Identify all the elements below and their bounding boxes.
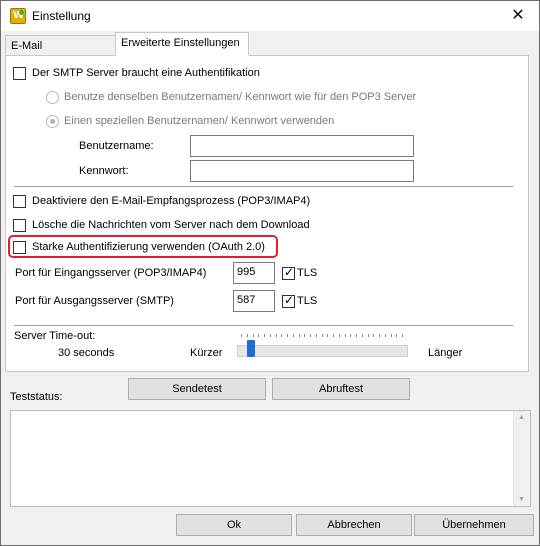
slider-ticks: [241, 334, 403, 338]
separator: [14, 186, 513, 187]
separator: [14, 325, 513, 326]
apply-button[interactable]: Übernehmen: [414, 514, 534, 536]
disable-receive-checkbox[interactable]: [13, 195, 26, 208]
password-field[interactable]: [190, 160, 414, 182]
outgoing-tls-checkbox[interactable]: [282, 293, 295, 308]
incoming-port-label: Port für Eingangsserver (POP3/IMAP4): [15, 267, 207, 279]
app-icon: W: [10, 8, 26, 24]
timeout-value: 30 seconds: [58, 347, 115, 359]
scroll-up-icon[interactable]: ▲: [518, 414, 525, 421]
username-field[interactable]: [190, 135, 414, 157]
slider-thumb[interactable]: [247, 340, 255, 357]
incoming-port-field[interactable]: 995: [233, 262, 275, 284]
send-test-button[interactable]: Sendetest: [128, 378, 266, 400]
tab-email-settings[interactable]: E-Mail Einstellungen: [5, 35, 116, 72]
outgoing-port-field[interactable]: 587: [233, 290, 275, 312]
test-status-label: Teststatus:: [10, 391, 63, 403]
outgoing-tls-label: TLS: [297, 295, 318, 307]
timeout-label: Server Time-out:: [14, 330, 96, 342]
window-title: Einstellung: [32, 9, 91, 23]
smtp-auth-label: Der SMTP Server braucht eine Authentifik…: [32, 67, 260, 79]
app-icon-dot: [19, 10, 24, 15]
scrollbar[interactable]: ▲ ▼: [513, 411, 530, 506]
delete-after-download-checkbox[interactable]: [13, 219, 26, 232]
cancel-button[interactable]: Abbrechen: [296, 514, 412, 536]
oauth-checkbox[interactable]: [13, 241, 26, 254]
close-icon[interactable]: ✕: [503, 3, 533, 29]
outgoing-port-label: Port für Ausgangsserver (SMTP): [15, 295, 174, 307]
special-credentials-label: Einen speziellen Benutzernamen/ Kennwort…: [64, 115, 335, 127]
settings-dialog: W Einstellung ✕ E-Mail Einstellungen Erw…: [0, 0, 540, 546]
incoming-port-value: 995: [237, 266, 256, 278]
incoming-tls-checkbox[interactable]: [282, 265, 295, 280]
timeout-slider[interactable]: [237, 345, 408, 357]
username-label: Benutzername:: [79, 140, 154, 152]
incoming-tls-label: TLS: [297, 267, 318, 279]
tab-advanced-settings[interactable]: Erweiterte Einstellungen: [115, 32, 249, 56]
outgoing-port-value: 587: [237, 294, 256, 306]
title-bar: W Einstellung ✕: [1, 1, 539, 31]
password-label: Kennwort:: [79, 165, 129, 177]
shorter-label: Kürzer: [190, 347, 223, 359]
longer-label: Länger: [428, 347, 463, 359]
special-credentials-radio[interactable]: [46, 115, 59, 128]
scroll-down-icon[interactable]: ▼: [518, 496, 525, 503]
oauth-label: Starke Authentifizierung verwenden (OAut…: [32, 241, 265, 253]
test-status-area[interactable]: ▲ ▼: [10, 410, 531, 507]
fetch-test-button[interactable]: Abruftest: [272, 378, 410, 400]
smtp-auth-checkbox[interactable]: [13, 67, 26, 80]
delete-after-download-label: Lösche die Nachrichten vom Server nach d…: [32, 219, 310, 231]
same-credentials-label: Benutze denselben Benutzernamen/ Kennwor…: [64, 91, 417, 103]
same-credentials-radio[interactable]: [46, 91, 59, 104]
disable-receive-label: Deaktiviere den E-Mail-Empfangsprozess (…: [32, 195, 311, 207]
ok-button[interactable]: Ok: [176, 514, 292, 536]
